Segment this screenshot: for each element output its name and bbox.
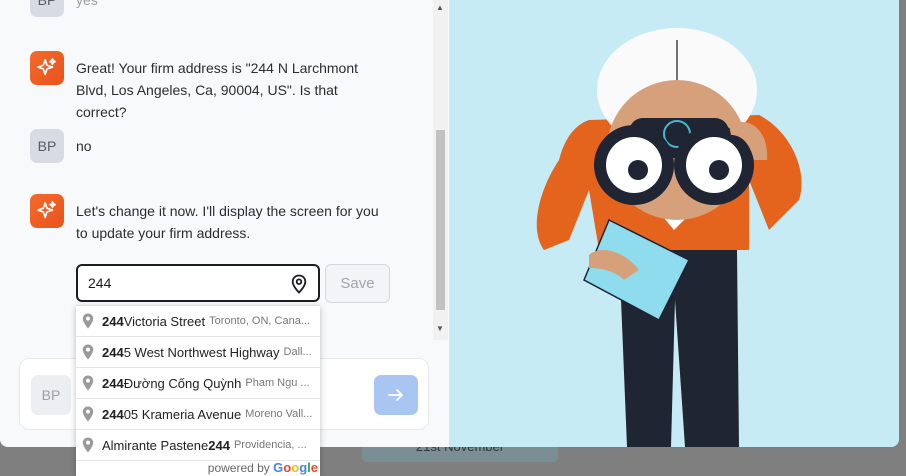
bot-message: Great! Your firm address is "244 N Larch… xyxy=(30,51,386,123)
suggestion-secondary: Providencia, ... xyxy=(233,439,307,451)
suggestion-main: 05 Krameria Avenue xyxy=(123,406,242,422)
suggestion-item[interactable]: 244 Victoria Street Toronto, ON, Cana... xyxy=(76,306,320,337)
scroll-down-icon[interactable]: ▼ xyxy=(436,324,444,333)
powered-by-google: powered by Google xyxy=(208,460,318,475)
suggestion-match: 244 xyxy=(102,313,124,329)
send-button[interactable] xyxy=(374,375,418,415)
suggestion-secondary: Toronto, ON, Cana... xyxy=(209,315,311,327)
message-text: Great! Your firm address is "244 N Larch… xyxy=(76,60,358,120)
suggestion-match: 244 xyxy=(208,437,230,453)
suggestion-match: 244 xyxy=(102,406,124,422)
bot-avatar xyxy=(30,51,64,85)
suggestion-match: 244 xyxy=(102,344,124,360)
suggestion-prefix: Almirante Pastene xyxy=(102,437,209,453)
suggestion-item[interactable]: Almirante Pastene 244 Providencia, ... xyxy=(76,430,320,461)
bot-message: Let's change it now. I'll display the sc… xyxy=(30,194,386,244)
message-text: Let's change it now. I'll display the sc… xyxy=(76,203,379,241)
pin-icon xyxy=(82,406,94,422)
user-avatar: BP xyxy=(30,129,64,163)
pin-icon xyxy=(82,344,94,360)
user-message: BP yes xyxy=(30,0,98,17)
illustration-panel xyxy=(449,0,899,447)
scroll-up-icon[interactable]: ▲ xyxy=(436,3,444,12)
suggestion-secondary: Pham Ngu ... xyxy=(245,377,310,389)
suggestion-match: 244 xyxy=(102,375,124,391)
pin-icon xyxy=(82,375,94,391)
message-text: no xyxy=(76,138,92,154)
map-pin-icon xyxy=(291,274,307,294)
sparkle-icon xyxy=(37,201,57,219)
scroll-thumb[interactable] xyxy=(436,130,445,310)
address-suggestions: 244 Victoria Street Toronto, ON, Cana... … xyxy=(76,305,320,476)
powered-by-text: powered by xyxy=(207,461,270,475)
suggestion-secondary: Moreno Vall... xyxy=(245,408,313,420)
suggestion-item[interactable]: 244 5 West Northwest Highway Dall... xyxy=(76,337,320,368)
binoculars-character-illustration xyxy=(536,28,802,447)
suggestion-item[interactable]: 244 05 Krameria Avenue Moreno Vall... xyxy=(76,399,320,430)
bot-avatar xyxy=(30,194,64,228)
user-avatar: BP xyxy=(30,0,64,17)
google-logo: Google xyxy=(273,460,318,475)
suggestion-main: Đường Cống Quỳnh xyxy=(123,375,242,391)
chat-scrollbar[interactable]: ▲ ▼ xyxy=(433,0,448,340)
suggestion-secondary: Dall... xyxy=(283,346,312,358)
composer-avatar: BP xyxy=(31,375,71,415)
user-message: BP no xyxy=(30,129,92,163)
save-button[interactable]: Save xyxy=(325,264,390,303)
message-text: yes xyxy=(76,0,98,8)
suggestion-item[interactable]: 244 Đường Cống Quỳnh Pham Ngu ... xyxy=(76,368,320,399)
suggestion-main: 5 West Northwest Highway xyxy=(123,344,280,360)
pin-icon xyxy=(82,437,94,453)
suggestion-main: Victoria Street xyxy=(123,313,206,329)
arrow-right-icon xyxy=(388,389,403,401)
sparkle-icon xyxy=(37,58,57,76)
pin-icon xyxy=(82,313,94,329)
address-input[interactable]: 244 xyxy=(76,264,320,302)
address-input-value: 244 xyxy=(88,275,112,291)
